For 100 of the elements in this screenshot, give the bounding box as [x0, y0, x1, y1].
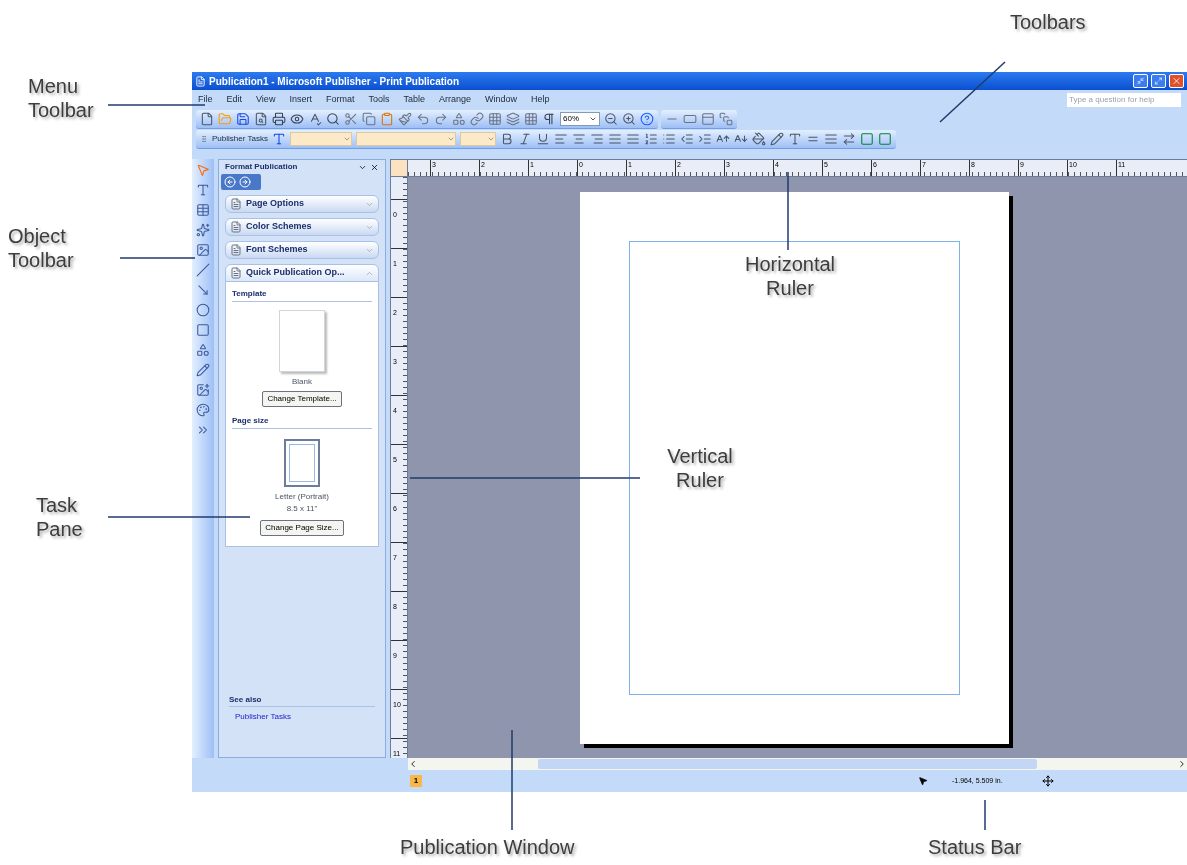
menu-item[interactable]: Arrange [438, 92, 471, 107]
dash-style-icon[interactable] [823, 131, 838, 146]
scissors-icon[interactable] [344, 111, 358, 126]
help-field[interactable]: Type a question for help [1067, 92, 1181, 107]
callout-label: Vertical Ruler [666, 444, 734, 492]
autoshapes-icon[interactable] [196, 343, 210, 357]
publisher-tasks-link[interactable]: Publisher Tasks [235, 711, 375, 723]
new-icon[interactable] [200, 111, 214, 126]
underline-icon[interactable] [535, 131, 550, 146]
back-icon[interactable] [224, 176, 236, 188]
menu-item[interactable]: Table [403, 92, 425, 107]
search-icon[interactable] [326, 111, 340, 126]
rectangle-icon[interactable] [196, 323, 210, 337]
see-also-heading: See also [229, 694, 375, 707]
pencil-icon[interactable] [769, 131, 784, 146]
close-icon[interactable] [370, 162, 379, 172]
line-tool-icon[interactable] [196, 263, 210, 277]
arrow-style-icon[interactable] [841, 131, 856, 146]
align-center-icon[interactable] [571, 131, 586, 146]
pane-title: Format Publication [225, 161, 299, 173]
fill-bucket-icon[interactable] [751, 131, 766, 146]
zoom-in-icon[interactable] [622, 111, 636, 126]
close-icon[interactable] [1169, 74, 1184, 88]
pane-section-header[interactable]: Color Schemes [225, 218, 379, 236]
paintbrush-icon[interactable] [398, 111, 412, 126]
redo-icon[interactable] [434, 111, 448, 126]
scroll-left-icon[interactable] [408, 759, 418, 769]
indent-icon[interactable] [697, 131, 712, 146]
printer-icon[interactable] [272, 111, 286, 126]
help-icon[interactable] [640, 111, 654, 126]
numbered-list-icon[interactable] [643, 131, 658, 146]
callout-label: Status Bar [928, 835, 1023, 859]
grid-icon[interactable] [488, 111, 502, 126]
window-title: Publication1 - Microsoft Publisher - Print Publication [209, 74, 461, 89]
more-icon[interactable] [196, 423, 210, 437]
zoom-out-icon[interactable] [604, 111, 618, 126]
pilcrow-icon[interactable] [542, 111, 556, 126]
bullet-list-icon[interactable] [661, 131, 676, 146]
panel-icon[interactable] [701, 111, 715, 126]
document-icon[interactable] [254, 111, 268, 126]
menu-item[interactable]: Tools [368, 92, 390, 107]
pane-section-header[interactable]: Page Options [225, 195, 379, 213]
spellcheck-icon[interactable] [308, 111, 322, 126]
styles-icon[interactable] [271, 131, 286, 146]
pane-section-header[interactable]: Quick Publication Op... [225, 264, 379, 282]
menu-item[interactable]: File [198, 92, 213, 107]
oval-icon[interactable] [196, 303, 210, 317]
section-icon [230, 198, 242, 210]
zoom-dropdown[interactable]: 60% [560, 111, 600, 126]
undo-icon[interactable] [416, 111, 430, 126]
align-right-icon[interactable] [589, 131, 604, 146]
text-box-icon[interactable] [196, 183, 210, 197]
justify-icon[interactable] [607, 131, 622, 146]
page-size-thumbnail[interactable] [284, 439, 320, 487]
page-size-dimensions: 8.5 x 11" [286, 503, 318, 515]
menu-item[interactable]: View [256, 92, 276, 107]
menu-item[interactable]: Window [485, 92, 517, 107]
pointer-icon[interactable] [196, 163, 210, 177]
shapes-icon[interactable] [452, 111, 466, 126]
callout-label: Object Toolbar [8, 224, 75, 272]
pane-section-header[interactable]: Font Schemes [225, 241, 379, 259]
preview-icon[interactable] [290, 111, 304, 126]
menu-item[interactable]: Insert [289, 92, 312, 107]
font-color-icon[interactable] [787, 131, 802, 146]
table-icon[interactable] [196, 203, 210, 217]
page-number-button[interactable]: 1 [410, 775, 422, 787]
change-page-size-button[interactable]: Change Page Size... [260, 520, 344, 536]
menu-item[interactable]: Help [531, 92, 550, 107]
scroll-right-icon[interactable] [1177, 759, 1187, 769]
clipboard-icon[interactable] [380, 111, 394, 126]
align-left-icon[interactable] [553, 131, 568, 146]
forward-icon[interactable] [239, 176, 251, 188]
change-template-button[interactable]: Change Template... [262, 391, 342, 407]
distribute-icon[interactable] [625, 131, 640, 146]
page-size-name: Letter (Portrait) [275, 491, 329, 503]
callout-label: Horizontal Ruler [743, 252, 836, 300]
table-grid-icon[interactable] [524, 111, 538, 126]
menu-item[interactable]: Format [325, 92, 355, 107]
section-icon [230, 267, 242, 279]
maximize-icon[interactable] [1151, 74, 1166, 88]
leader-line [939, 61, 1006, 123]
section-heading: Template [232, 288, 372, 302]
section-heading: Page size [232, 415, 372, 429]
copy-icon[interactable] [362, 111, 376, 126]
italic-icon[interactable] [517, 131, 532, 146]
menu-item[interactable]: Edit [226, 92, 243, 107]
outdent-icon[interactable] [679, 131, 694, 146]
minimize-icon[interactable] [1133, 74, 1148, 88]
image-icon[interactable] [196, 243, 210, 257]
layers-icon[interactable] [506, 111, 520, 126]
scroll-thumb[interactable] [538, 759, 1037, 769]
picture-icon[interactable] [196, 383, 210, 397]
callout-label: Publication Window [400, 835, 576, 859]
link-icon[interactable] [470, 111, 484, 126]
stack-icon[interactable] [719, 111, 733, 126]
save-icon[interactable] [236, 111, 250, 126]
arrow-icon[interactable] [196, 283, 210, 297]
pointer-icon [918, 776, 928, 786]
publisher-tasks-button[interactable]: Publisher Tasks [212, 132, 268, 145]
template-thumbnail[interactable] [279, 310, 325, 372]
